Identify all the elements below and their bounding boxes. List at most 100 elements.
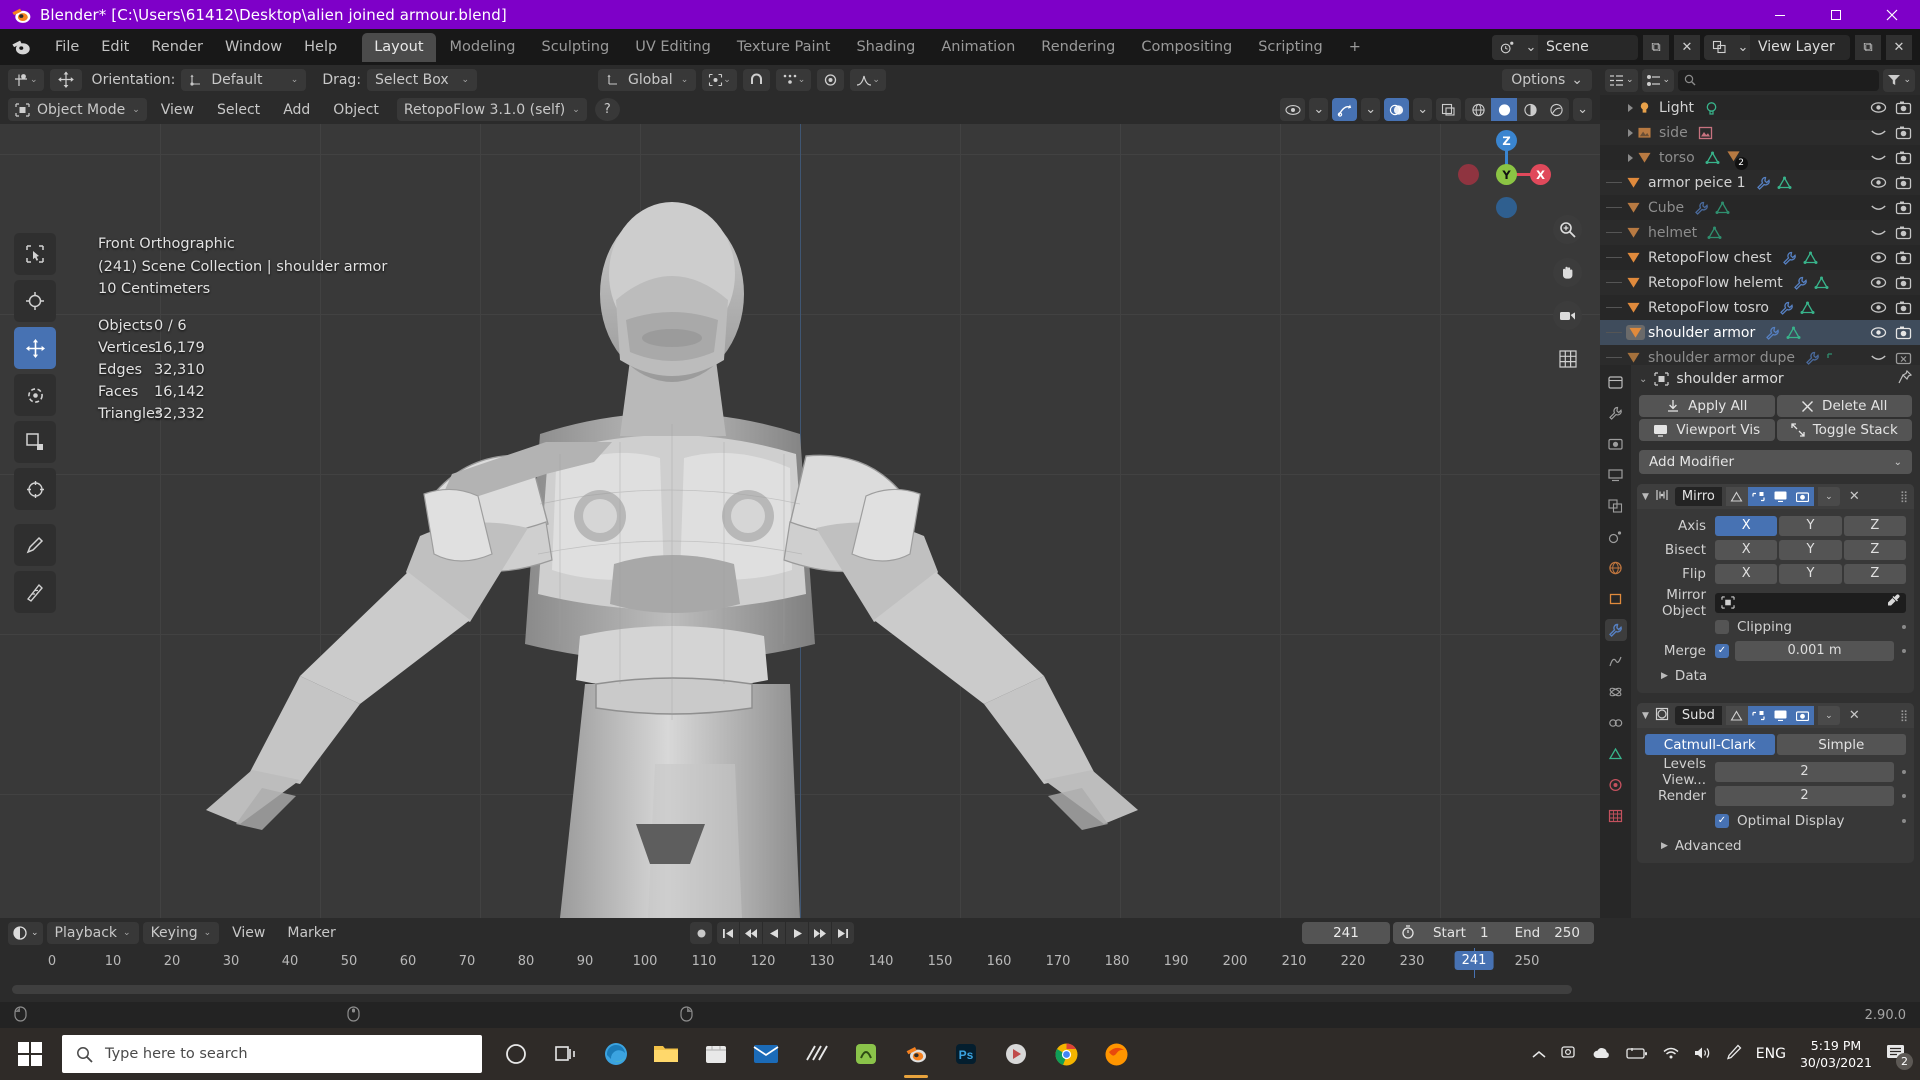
toggle-camera-view-button[interactable] — [1553, 301, 1582, 330]
orientation-dropdown[interactable]: Default ⌄ — [181, 69, 307, 91]
tab-texture-paint[interactable]: Texture Paint — [725, 33, 843, 62]
close-button[interactable] — [1864, 0, 1920, 29]
timeline-menu-view[interactable]: View — [223, 922, 274, 944]
mirror-axis-x[interactable]: X — [1715, 515, 1778, 536]
viewport-vis-button[interactable]: Viewport Vis — [1639, 419, 1775, 441]
properties-tab-object[interactable] — [1605, 588, 1627, 610]
pan-view-button[interactable] — [1553, 258, 1582, 287]
visibility-eye-closed-icon[interactable] — [1870, 350, 1887, 365]
outliner-editor-type-icon[interactable]: ⌄ — [1605, 68, 1638, 92]
gizmo-neg-z-axis[interactable] — [1496, 197, 1517, 218]
interaction-mode-selector[interactable]: Object Mode ⌄ — [8, 98, 147, 121]
mesh-data-icon[interactable] — [1803, 251, 1818, 265]
outliner-editor[interactable]: ⌄ ⌄ ⌄ Light side torso 2 armor peice 1 C… — [1600, 65, 1920, 365]
jump-to-next-keyframe-button[interactable] — [809, 922, 831, 944]
render-camera-icon[interactable] — [1895, 325, 1912, 340]
outliner-row-torso[interactable]: torso 2 — [1600, 145, 1920, 170]
language-indicator[interactable]: ENG — [1756, 1046, 1786, 1062]
subdivision-advanced-section[interactable]: ▶ Advanced — [1645, 838, 1906, 854]
render-camera-icon[interactable] — [1895, 100, 1912, 115]
properties-editor-type-icon[interactable] — [1605, 371, 1627, 393]
blender-taskbar-icon[interactable] — [892, 1028, 940, 1080]
render-camera-icon[interactable] — [1895, 225, 1912, 240]
pin-id-icon[interactable] — [1898, 369, 1913, 388]
google-chrome-icon[interactable] — [1042, 1028, 1090, 1080]
tab-shading[interactable]: Shading — [844, 33, 927, 62]
mirror-flip-z[interactable]: Z — [1843, 563, 1906, 584]
visibility-eye-closed-icon[interactable] — [1870, 125, 1887, 140]
visibility-selector-icon[interactable] — [1280, 98, 1306, 121]
properties-tab-particles[interactable] — [1605, 650, 1627, 672]
retopoflow-help-button[interactable]: ? — [594, 98, 620, 121]
mirror-flip-y[interactable]: Y — [1779, 563, 1842, 584]
properties-tab-data[interactable] — [1605, 743, 1627, 765]
outliner-item-name[interactable]: shoulder armor dupe — [1648, 350, 1795, 366]
tab-rendering[interactable]: Rendering — [1029, 33, 1127, 62]
outliner-row-retopoflow-chest[interactable]: RetopoFlow chest — [1600, 245, 1920, 270]
mesh-data-icon[interactable] — [1705, 151, 1720, 165]
minimize-button[interactable] — [1752, 0, 1808, 29]
modifier-extras-dropdown[interactable]: ⌄ — [1817, 487, 1840, 506]
breadcrumb-caret-icon[interactable]: ⌄ — [1639, 374, 1647, 385]
visibility-eye-icon[interactable] — [1870, 325, 1887, 340]
properties-tab-material[interactable] — [1605, 774, 1627, 796]
toggle-realtime[interactable] — [1769, 487, 1792, 506]
render-camera-icon[interactable] — [1895, 300, 1912, 315]
tool-measure[interactable] — [14, 571, 56, 613]
timeline-editor-type-icon[interactable]: ⌄ — [8, 921, 43, 945]
tool-annotate[interactable] — [14, 524, 56, 566]
pen-input-icon[interactable] — [1726, 1044, 1742, 1064]
volume-icon[interactable] — [1694, 1045, 1712, 1064]
outliner-row-shoulder-armor-dupe[interactable]: shoulder armor dupe — [1600, 345, 1920, 365]
timeline-ruler[interactable]: 0 10 20 30 40 50 60 70 80 90 100 110 120… — [0, 948, 1583, 978]
modifier-wrench-icon[interactable] — [1782, 251, 1797, 265]
show-overlays-toggle[interactable] — [1384, 98, 1410, 121]
mirror-axis-z[interactable]: Z — [1843, 515, 1906, 536]
modifier-wrench-icon[interactable] — [1756, 176, 1771, 190]
mesh-data-icon[interactable] — [1715, 201, 1730, 215]
menu-edit[interactable]: Edit — [90, 35, 140, 59]
properties-tab-world[interactable] — [1605, 557, 1627, 579]
toggle-edit-mode[interactable] — [1747, 487, 1770, 506]
new-view-layer-button[interactable]: ⧉ — [1855, 34, 1881, 60]
gizmo-y-axis[interactable]: Y — [1496, 164, 1517, 185]
menu-help[interactable]: Help — [293, 35, 348, 59]
modifier-delete-icon[interactable]: ✕ — [1849, 489, 1860, 504]
firefox-icon[interactable] — [1092, 1028, 1140, 1080]
levels-viewport-field[interactable]: 2 — [1715, 761, 1894, 782]
zoom-view-button[interactable] — [1553, 215, 1582, 244]
render-camera-icon[interactable] — [1895, 175, 1912, 190]
render-camera-icon[interactable] — [1895, 275, 1912, 290]
outliner-item-name[interactable]: helmet — [1648, 225, 1697, 241]
properties-tab-render[interactable] — [1605, 433, 1627, 455]
properties-editor[interactable]: ⌄ shoulder armor Apply All Delete All Vi… — [1600, 365, 1920, 918]
tab-layout[interactable]: Layout — [362, 32, 436, 62]
modifier-name-field[interactable]: Subd — [1674, 706, 1722, 725]
outliner-row-armor-peice-1[interactable]: armor peice 1 — [1600, 170, 1920, 195]
microsoft-edge-icon[interactable] — [592, 1028, 640, 1080]
microsoft-store-icon[interactable] — [692, 1028, 740, 1080]
properties-tab-output[interactable] — [1605, 464, 1627, 486]
mesh-data-icon[interactable] — [1814, 276, 1829, 290]
tool-tweak[interactable] — [14, 233, 56, 275]
modifier-wrench-icon[interactable] — [1779, 301, 1794, 315]
modifier-wrench-icon[interactable] — [1793, 276, 1808, 290]
properties-tab-view-layer[interactable] — [1605, 495, 1627, 517]
tab-add-workspace[interactable]: + — [1337, 33, 1373, 62]
menu-file[interactable]: File — [44, 35, 90, 59]
scene-selector[interactable]: ⌄ Scene — [1492, 34, 1638, 60]
outliner-item-name[interactable]: shoulder armor — [1648, 325, 1755, 341]
wifi-icon[interactable] — [1662, 1045, 1680, 1064]
mirror-axis-y[interactable]: Y — [1779, 515, 1842, 536]
pivot-point-dropdown[interactable]: ⌄ — [702, 69, 737, 91]
modifier-drag-handle[interactable]: ⣿ — [1900, 709, 1909, 722]
outliner-item-name[interactable]: RetopoFlow tosro — [1648, 300, 1769, 316]
image-data-icon[interactable] — [1698, 126, 1713, 140]
visibility-eye-icon[interactable] — [1870, 250, 1887, 265]
modifier-delete-icon[interactable]: ✕ — [1849, 708, 1860, 723]
outliner-item-name[interactable]: RetopoFlow helemt — [1648, 275, 1783, 291]
unlink-scene-button[interactable]: ✕ — [1674, 34, 1700, 60]
visibility-eye-closed-icon[interactable] — [1870, 225, 1887, 240]
show-gizmo-toggle[interactable] — [1332, 98, 1358, 121]
outliner-display-mode-dropdown[interactable]: ⌄ — [1641, 68, 1675, 92]
